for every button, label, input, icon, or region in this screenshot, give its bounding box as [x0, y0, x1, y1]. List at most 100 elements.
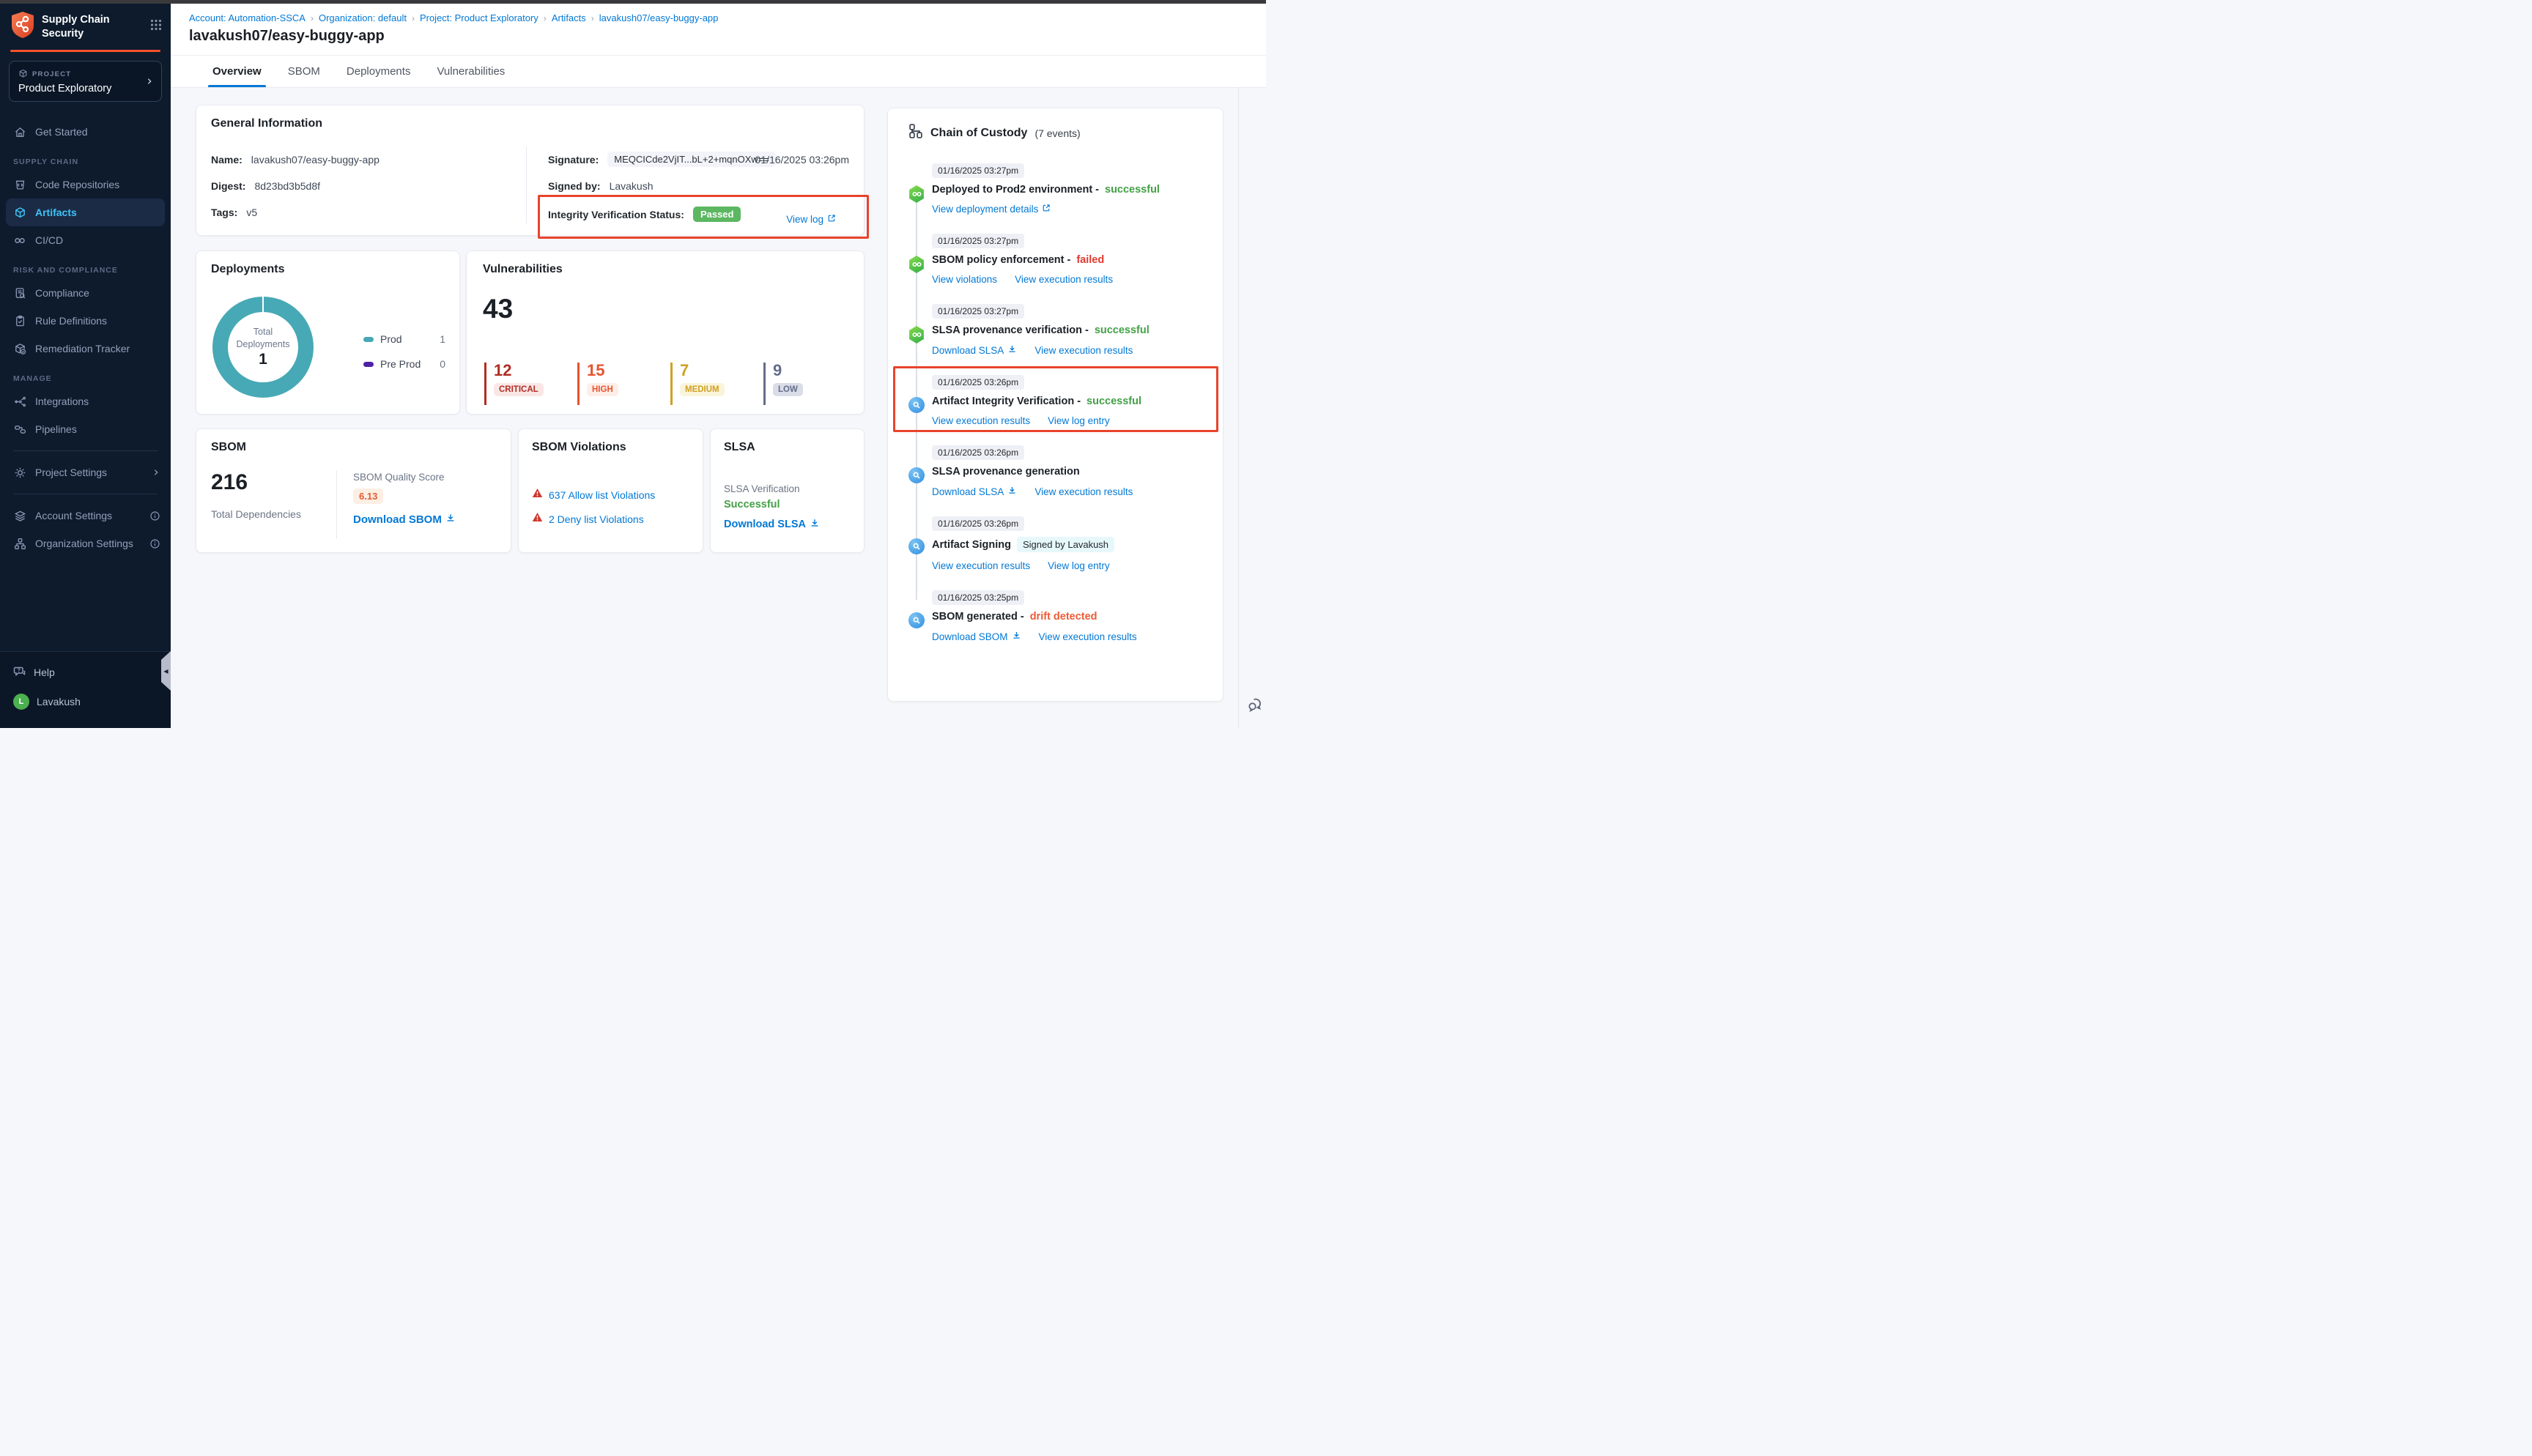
slsa-card: SLSA SLSA Verification Successful Downlo…: [710, 428, 865, 553]
sidebar-item-pipelines[interactable]: Pipelines: [0, 415, 171, 443]
external-link-icon: [827, 214, 836, 225]
sbom-violations-title: SBOM Violations: [532, 441, 689, 454]
sidebar-item-project-settings[interactable]: Project Settings: [0, 458, 171, 486]
event-status: drift detected: [1030, 611, 1097, 623]
sbom-quality-score-label: SBOM Quality Score: [353, 472, 456, 483]
sidebar-item-label: Compliance: [35, 287, 89, 299]
download-sbom-link[interactable]: Download SBOM: [353, 513, 456, 526]
org-icon: [13, 537, 26, 550]
brand: Supply Chain Security: [0, 4, 171, 48]
breadcrumb-link[interactable]: lavakush07/easy-buggy-app: [599, 12, 719, 23]
timeline-event: 01/16/2025 03:26pmArtifact SigningSigned…: [908, 516, 1205, 571]
repo-icon: [13, 178, 26, 191]
event-status: successful: [1105, 184, 1160, 196]
event-link-label: View log entry: [1048, 560, 1110, 571]
event-status: failed: [1076, 254, 1104, 266]
external-icon: [1042, 204, 1051, 215]
pipeline-cd-icon: [908, 326, 925, 343]
event-link-view-violations[interactable]: View violations: [932, 274, 997, 285]
scan-search-icon: [908, 612, 925, 628]
event-link-label: Download SBOM: [932, 631, 1008, 642]
event-link-view-execution-results[interactable]: View execution results: [1015, 274, 1113, 285]
event-link-view-log-entry[interactable]: View log entry: [1048, 560, 1110, 571]
scrollbar-track[interactable]: [1238, 88, 1239, 728]
sidebar-item-get-started[interactable]: Get Started: [0, 118, 171, 146]
sidebar-section-label: SUPPLY CHAIN: [0, 146, 171, 171]
sidebar-item-rule-definitions[interactable]: Rule Definitions: [0, 307, 171, 335]
sidebar-item-remediation-tracker[interactable]: Remediation Tracker: [0, 335, 171, 363]
timeline-event: 01/16/2025 03:26pmSLSA provenance genera…: [908, 445, 1205, 497]
deployments-donut-chart[interactable]: Total Deployments 1: [212, 297, 314, 398]
brand-accent-line: [10, 50, 160, 52]
gear-icon: [13, 466, 26, 479]
event-link-view-log-entry[interactable]: View log entry: [1048, 415, 1110, 426]
event-link-download-slsa[interactable]: Download SLSA: [932, 344, 1017, 356]
event-link-download-slsa[interactable]: Download SLSA: [932, 486, 1017, 497]
sidebar-item-artifacts[interactable]: Artifacts: [6, 198, 165, 226]
sidebar-item-label: Rule Definitions: [35, 315, 107, 327]
box-check-icon: [13, 342, 26, 355]
vulnerabilities-title: Vulnerabilities: [483, 263, 848, 276]
artifact-name-value: lavakush07/easy-buggy-app: [251, 154, 380, 166]
event-timestamp: 01/16/2025 03:27pm: [932, 304, 1024, 319]
app-grid-icon[interactable]: [150, 19, 162, 34]
slsa-verification-label: SLSA Verification: [724, 483, 851, 494]
chain-of-custody-title: Chain of Custody: [930, 127, 1027, 140]
tab-deployments[interactable]: Deployments: [347, 56, 411, 87]
legend-item[interactable]: Prod1: [363, 333, 445, 345]
event-link-view-execution-results[interactable]: View execution results: [932, 560, 1030, 571]
tab-sbom[interactable]: SBOM: [288, 56, 320, 87]
event-link-view-execution-results[interactable]: View execution results: [1039, 631, 1137, 642]
sidebar-item-cicd[interactable]: CI/CD: [0, 226, 171, 254]
allow-list-violations-link[interactable]: 637 Allow list Violations: [549, 489, 655, 501]
chain-of-custody-count: (7 events): [1034, 127, 1080, 139]
sidebar-item-compliance[interactable]: Compliance: [0, 279, 171, 307]
timeline-event: 01/16/2025 03:27pmDeployed to Prod2 envi…: [908, 163, 1205, 215]
cube-icon: [13, 206, 26, 219]
help-button[interactable]: ? Help: [0, 658, 171, 687]
deployments-card: Deployments Total Deployments 1 Prod1Pre…: [196, 250, 460, 415]
info-icon: [149, 510, 160, 521]
tabs: Overview SBOM Deployments Vulnerabilities: [171, 55, 1266, 88]
sidebar-item-label: Account Settings: [35, 510, 112, 521]
breadcrumb-link[interactable]: Project: Product Exploratory: [420, 12, 538, 23]
sidebar-item-account-settings[interactable]: Account Settings: [0, 502, 171, 530]
legend-item[interactable]: Pre Prod 0: [363, 358, 445, 370]
user-menu[interactable]: L Lavakush: [0, 687, 171, 716]
tab-vulnerabilities[interactable]: Vulnerabilities: [437, 56, 505, 87]
vulnerabilities-total: 43: [483, 294, 848, 324]
sidebar-item-code-repositories[interactable]: Code Repositories: [0, 171, 171, 198]
view-log-link[interactable]: View log: [786, 214, 836, 225]
breadcrumb-link[interactable]: Artifacts: [552, 12, 586, 23]
general-information-title: General Information: [211, 117, 849, 130]
feedback-chat-icon[interactable]: [1246, 694, 1265, 713]
event-link-view-deployment-details[interactable]: View deployment details: [932, 204, 1051, 215]
main-area: Account: Automation-SSCA›Organization: d…: [171, 4, 1266, 728]
breadcrumb-link[interactable]: Account: Automation-SSCA: [189, 12, 306, 23]
sidebar-item-organization-settings[interactable]: Organization Settings: [0, 530, 171, 557]
legend-label: Pre Prod: [380, 358, 421, 370]
event-links: Download SLSA View execution results: [932, 344, 1205, 356]
layers-icon: [13, 509, 26, 522]
deny-list-violations-link[interactable]: 2 Deny list Violations: [549, 513, 644, 525]
signature-value[interactable]: MEQCICde2VjIT...bL+2+mqnOXw==: [607, 152, 776, 167]
signed-by-badge: Signed by Lavakush: [1017, 537, 1114, 552]
event-link-view-execution-results[interactable]: View execution results: [932, 415, 1030, 426]
sidebar-item-integrations[interactable]: Integrations: [0, 387, 171, 415]
event-link-label: Download SLSA: [932, 486, 1004, 497]
project-selector[interactable]: PROJECT Product Exploratory: [9, 61, 162, 102]
sidebar-divider: [13, 450, 158, 451]
warning-triangle-icon: [532, 512, 543, 526]
tab-overview[interactable]: Overview: [212, 56, 262, 87]
legend-value: 0: [440, 358, 445, 370]
chain-of-custody-icon: [908, 123, 923, 143]
event-title-row: SBOM policy enforcement -failed: [932, 254, 1205, 266]
event-link-download-sbom[interactable]: Download SBOM: [932, 631, 1021, 642]
event-timestamp: 01/16/2025 03:27pm: [932, 234, 1024, 248]
event-link-view-execution-results[interactable]: View execution results: [1034, 344, 1133, 356]
user-name: Lavakush: [37, 696, 81, 707]
download-slsa-link[interactable]: Download SLSA: [724, 518, 820, 531]
breadcrumb-link[interactable]: Organization: default: [319, 12, 407, 23]
sidebar-item-label: Code Repositories: [35, 179, 119, 190]
event-link-view-execution-results[interactable]: View execution results: [1034, 486, 1133, 497]
